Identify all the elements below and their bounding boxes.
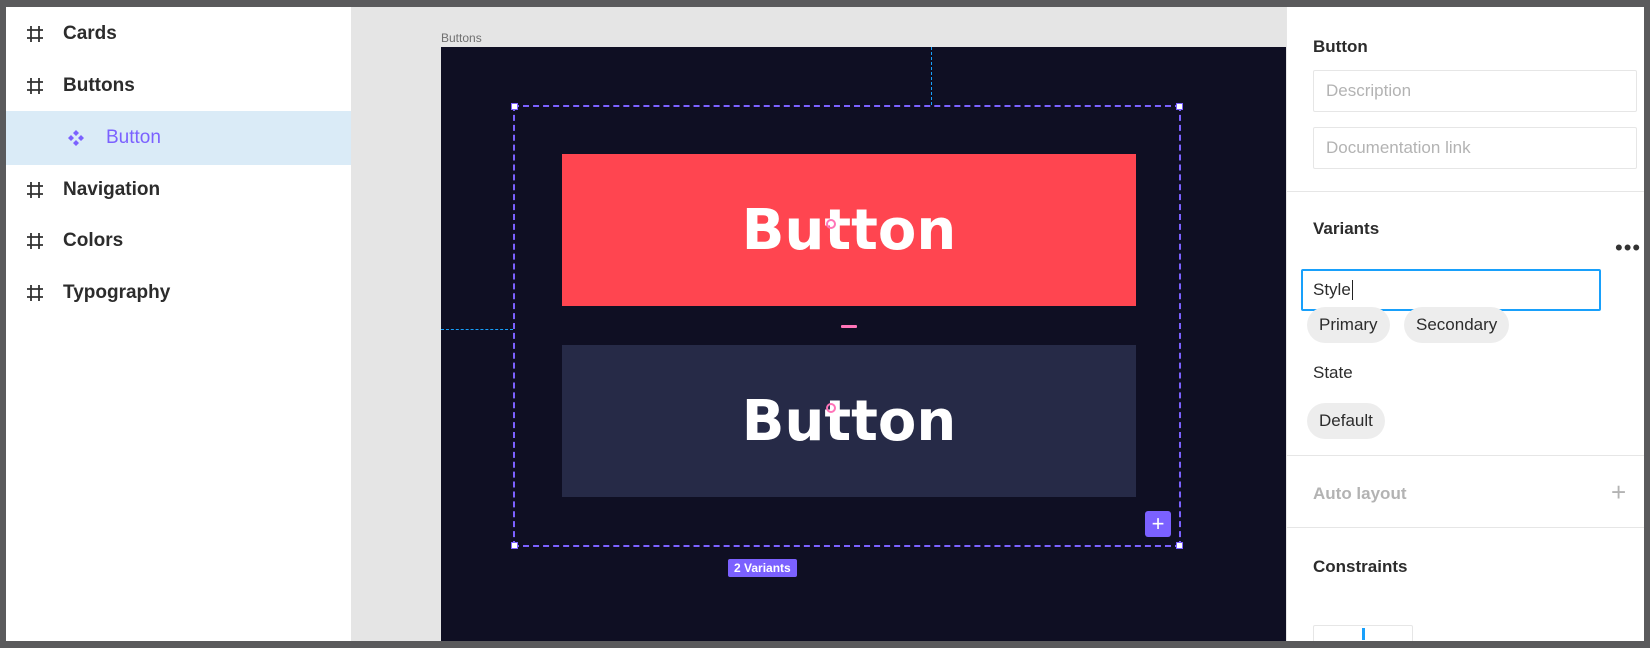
variant-property-name-input[interactable]: Style [1301,269,1601,311]
section-divider [1287,191,1644,192]
variant-property-name-value: Style [1313,280,1351,299]
section-divider [1287,455,1644,456]
spacing-guide-horizontal [441,329,513,330]
frame-hash-icon [27,78,43,94]
component-title: Button [1313,37,1368,56]
layer-item-colors[interactable]: Colors [6,214,351,268]
layer-label: Button [106,127,161,148]
spacing-indicator [841,325,857,328]
primary-button-variant[interactable]: Button [562,154,1136,306]
variant-value-secondary[interactable]: Secondary [1404,307,1510,343]
layer-item-typography[interactable]: Typography [6,266,351,320]
center-point-marker [826,219,836,229]
properties-panel: Button Variants ••• Style Primary Second… [1286,7,1644,641]
layer-label: Typography [63,282,171,303]
variants-count-badge: 2 Variants [728,559,797,577]
resize-handle-top-right[interactable] [1176,103,1183,110]
add-variant-button[interactable]: + [1145,511,1171,537]
text-caret [1351,280,1353,300]
layer-item-buttons[interactable]: Buttons [6,59,351,113]
resize-handle-top-left[interactable] [511,103,518,110]
constraints-title: Constraints [1313,557,1408,576]
component-set-icon [68,130,84,146]
resize-handle-bottom-right[interactable] [1176,542,1183,549]
add-auto-layout-icon[interactable]: + [1611,479,1626,505]
layer-label: Colors [63,230,124,251]
documentation-link-input[interactable] [1313,127,1637,169]
frame-hash-icon [27,182,43,198]
layer-item-navigation[interactable]: Navigation [6,163,351,217]
frame-hash-icon [27,233,43,249]
constraint-top-indicator[interactable] [1362,628,1365,640]
auto-layout-title: Auto layout [1313,484,1407,503]
frame-hash-icon [27,26,43,42]
canvas[interactable]: Buttons Button Button + 2 Variants [351,7,1286,641]
description-input[interactable] [1313,70,1637,112]
layer-label: Navigation [63,179,161,200]
layer-label: Cards [63,23,117,44]
layer-label: Buttons [63,75,135,96]
variants-title: Variants [1313,219,1380,238]
primary-button-label: Button [741,197,957,263]
variant-set-selection[interactable]: Button Button + [511,103,1183,549]
buttons-frame[interactable]: Button Button + [441,47,1286,641]
variant-value-primary[interactable]: Primary [1307,307,1390,343]
more-options-icon[interactable]: ••• [1615,237,1641,259]
center-point-marker [826,403,836,413]
secondary-button-variant[interactable]: Button [562,345,1136,497]
secondary-button-label: Button [741,388,957,454]
frame-hash-icon [27,285,43,301]
layers-panel: Cards Buttons Button Navigation Colors T… [6,7,352,641]
app-window: Cards Buttons Button Navigation Colors T… [6,7,1644,641]
frame-title[interactable]: Buttons [441,31,482,45]
constraints-widget[interactable] [1313,625,1413,641]
state-property-label[interactable]: State [1313,363,1353,383]
layer-item-button-component[interactable]: Button [6,111,351,165]
layer-item-cards[interactable]: Cards [6,7,351,61]
section-divider [1287,527,1644,528]
variant-value-default[interactable]: Default [1307,403,1385,439]
resize-handle-bottom-left[interactable] [511,542,518,549]
spacing-guide-vertical [931,47,932,105]
